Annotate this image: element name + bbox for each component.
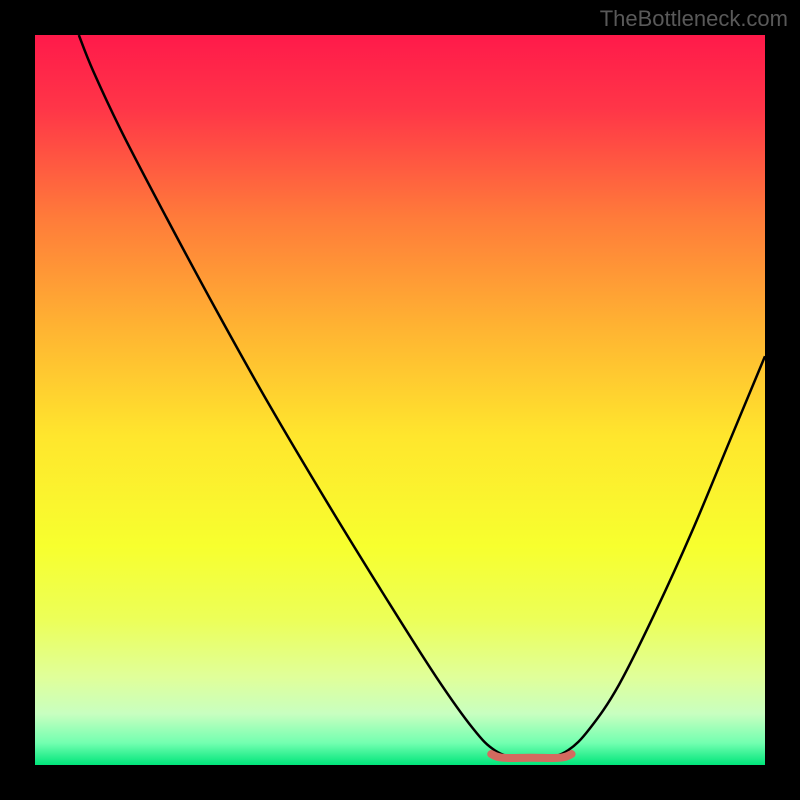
watermark-text: TheBottleneck.com — [600, 6, 788, 32]
plot-background — [35, 35, 765, 765]
bottom-marker — [491, 754, 571, 758]
chart-container: TheBottleneck.com — [0, 0, 800, 800]
bottleneck-chart — [0, 0, 800, 800]
